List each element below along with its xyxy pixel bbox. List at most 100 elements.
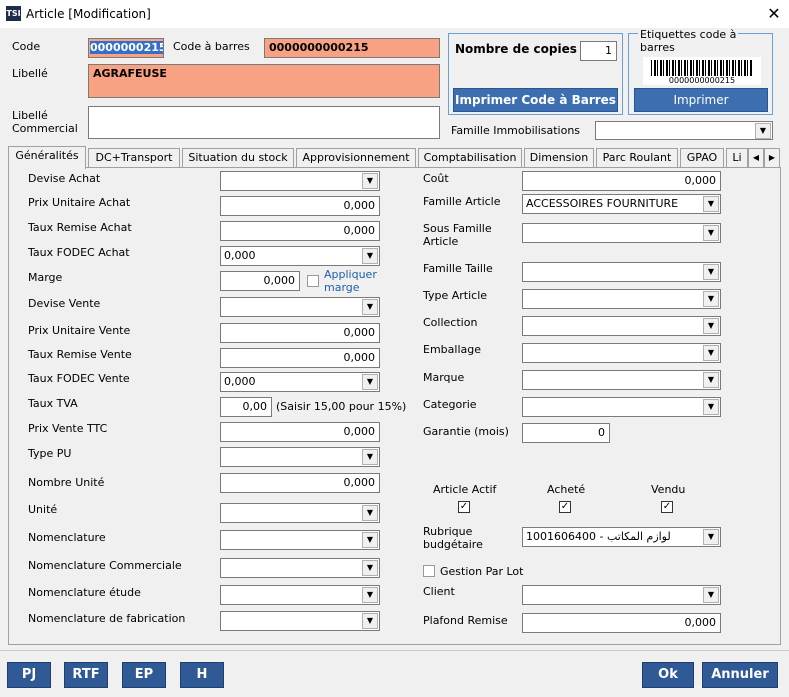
famille-taille-label: Famille Taille	[423, 262, 493, 275]
taux-remise-vente-input[interactable]: 0,000	[220, 348, 380, 368]
rtf-button[interactable]: RTF	[64, 662, 108, 688]
prix-unitaire-achat-input[interactable]: 0,000	[220, 196, 380, 216]
footer-divider	[0, 650, 789, 651]
nombre-unite-input[interactable]: 0,000	[220, 473, 380, 493]
article-actif-checkbox[interactable]: ✓	[458, 501, 470, 513]
famille-article-label: Famille Article	[423, 195, 501, 208]
marge-label: Marge	[28, 271, 63, 284]
libelle-commercial-label: Libellé Commercial	[12, 109, 78, 135]
annuler-button[interactable]: Annuler	[702, 662, 778, 688]
client-select[interactable]: ▼	[522, 585, 721, 605]
type-pu-label: Type PU	[28, 447, 72, 460]
garantie-input[interactable]: 0	[522, 423, 610, 443]
tab-generalites[interactable]: Généralités	[8, 146, 86, 169]
appliquer-marge-checkbox[interactable]	[307, 275, 319, 287]
tab-approvisionnement[interactable]: Approvisionnement	[296, 148, 416, 168]
devise-achat-select[interactable]: ▼	[220, 171, 380, 191]
window-title: Article [Modification]	[26, 7, 151, 21]
chevron-down-icon: ▼	[362, 613, 378, 629]
cout-label: Coût	[423, 172, 449, 185]
chevron-down-icon: ▼	[703, 264, 719, 280]
libelle-input[interactable]: AGRAFEUSE	[88, 64, 440, 98]
tab-dc-transport[interactable]: DC+Transport	[88, 148, 180, 168]
ep-button[interactable]: EP	[122, 662, 166, 688]
vendu-checkbox[interactable]: ✓	[661, 501, 673, 513]
collection-label: Collection	[423, 316, 478, 329]
prix-unitaire-vente-label: Prix Unitaire Vente	[28, 324, 131, 337]
taux-remise-achat-label: Taux Remise Achat	[28, 221, 132, 234]
type-pu-select[interactable]: ▼	[220, 447, 380, 467]
nomenclature-fabrication-label: Nomenclature de fabrication	[28, 612, 186, 625]
print-barcode-button[interactable]: Imprimer Code à Barres	[453, 88, 618, 112]
achete-checkbox[interactable]: ✓	[559, 501, 571, 513]
type-article-select[interactable]: ▼	[522, 289, 721, 309]
tab-gpao[interactable]: GPAO	[680, 148, 724, 168]
taux-remise-achat-input[interactable]: 0,000	[220, 221, 380, 241]
barcode-input[interactable]: 0000000000215	[264, 38, 440, 58]
tab-parc-roulant[interactable]: Parc Roulant	[596, 148, 678, 168]
collection-select[interactable]: ▼	[522, 316, 721, 336]
taux-fodec-vente-select[interactable]: 0,000 ▼	[220, 372, 380, 392]
close-icon[interactable]: ✕	[762, 3, 786, 25]
code-label: Code	[12, 40, 41, 53]
h-button[interactable]: H	[180, 662, 224, 688]
nomenclature-etude-select[interactable]: ▼	[220, 585, 380, 605]
type-article-label: Type Article	[423, 289, 488, 302]
plafond-remise-input[interactable]: 0,000	[522, 613, 721, 633]
code-value: 0000000215	[90, 41, 163, 54]
chevron-down-icon: ▼	[703, 399, 719, 415]
barcode-bars	[651, 60, 753, 76]
tab-scroll-right-icon[interactable]: ▶	[764, 148, 780, 168]
nomenclature-commerciale-select[interactable]: ▼	[220, 558, 380, 578]
taux-remise-vente-label: Taux Remise Vente	[28, 348, 132, 361]
marque-select[interactable]: ▼	[522, 370, 721, 390]
cout-input[interactable]: 0,000	[522, 171, 721, 191]
tab-dimension[interactable]: Dimension	[524, 148, 594, 168]
print-button[interactable]: Imprimer	[634, 88, 768, 112]
libelle-commercial-input[interactable]	[88, 106, 440, 139]
prix-vente-ttc-label: Prix Vente TTC	[28, 422, 108, 435]
chevron-down-icon: ▼	[362, 587, 378, 603]
chevron-down-icon: ▼	[755, 123, 771, 139]
chevron-down-icon: ▼	[362, 248, 378, 264]
prix-unitaire-vente-input[interactable]: 0,000	[220, 323, 380, 343]
tab-scroll-left-icon[interactable]: ◀	[748, 148, 764, 168]
unite-select[interactable]: ▼	[220, 503, 380, 523]
chevron-down-icon: ▼	[362, 532, 378, 548]
chevron-down-icon: ▼	[362, 173, 378, 189]
sous-famille-article-label: Sous Famille Article	[423, 222, 492, 248]
sous-famille-article-select[interactable]: ▼	[522, 223, 721, 243]
nomenclature-etude-label: Nomenclature étude	[28, 586, 141, 599]
marge-input[interactable]: 0,000	[220, 271, 300, 291]
title-bar: TSI Article [Modification] ✕	[0, 0, 789, 28]
nomenclature-fabrication-select[interactable]: ▼	[220, 611, 380, 631]
categorie-select[interactable]: ▼	[522, 397, 721, 417]
barcode-image: 0000000000215	[643, 57, 761, 85]
rubrique-budgetaire-select[interactable]: 1001606400 - لوازم المكاتب ▼	[522, 527, 721, 547]
tab-comptabilisation[interactable]: Comptabilisation	[418, 148, 522, 168]
libelle-label: Libellé	[12, 67, 48, 80]
famille-taille-select[interactable]: ▼	[522, 262, 721, 282]
ok-button[interactable]: Ok	[642, 662, 694, 688]
devise-vente-select[interactable]: ▼	[220, 297, 380, 317]
gestion-par-lot-checkbox[interactable]	[423, 565, 435, 577]
chevron-down-icon: ▼	[362, 374, 378, 390]
taux-fodec-achat-select[interactable]: 0,000 ▼	[220, 246, 380, 266]
famille-article-select[interactable]: ACCESSOIRES FOURNITURE ▼	[522, 194, 721, 214]
code-input[interactable]: 0000000215	[88, 38, 164, 58]
tab-li[interactable]: Li	[726, 148, 748, 168]
taux-tva-label: Taux TVA	[28, 397, 78, 410]
nomenclature-select[interactable]: ▼	[220, 530, 380, 550]
copies-input[interactable]: 1	[580, 41, 617, 61]
taux-fodec-achat-label: Taux FODEC Achat	[28, 246, 130, 259]
appliquer-marge-label[interactable]: Appliquer marge	[324, 268, 377, 294]
pj-button[interactable]: PJ	[7, 662, 51, 688]
emballage-select[interactable]: ▼	[522, 343, 721, 363]
copies-label: Nombre de copies	[455, 42, 577, 56]
taux-tva-input[interactable]: 0,00	[220, 397, 272, 417]
chevron-down-icon: ▼	[703, 529, 719, 545]
prix-vente-ttc-input[interactable]: 0,000	[220, 422, 380, 442]
famille-immo-select[interactable]: ▼	[595, 121, 773, 140]
tab-situation-stock[interactable]: Situation du stock	[182, 148, 294, 168]
copies-group: Nombre de copies 1 Imprimer Code à Barre…	[448, 33, 623, 115]
